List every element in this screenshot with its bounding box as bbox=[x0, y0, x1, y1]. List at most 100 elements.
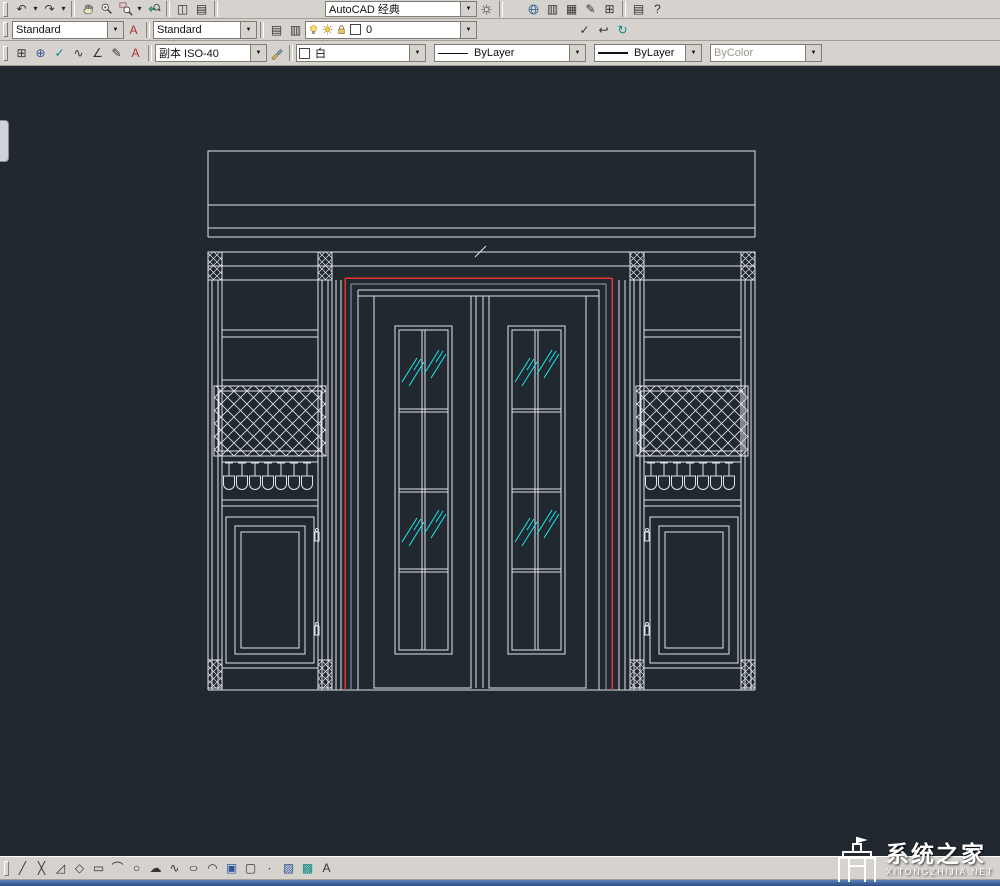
layer-update-icon[interactable]: ↻ bbox=[613, 21, 632, 38]
line-icon[interactable]: ╱ bbox=[13, 860, 32, 877]
toolbar-grip[interactable] bbox=[3, 45, 8, 61]
standard-toolbar: ↶ ↷ ◫ ▤ AutoCAD 经典 ▥ ▦ ✎ ⊞ ▤ ? bbox=[0, 0, 1000, 19]
text-style-dropdown-arrow[interactable] bbox=[107, 21, 123, 38]
layer-previous-icon[interactable]: ↩ bbox=[594, 21, 613, 38]
revision-cloud-icon[interactable]: ☁ bbox=[146, 860, 165, 877]
layer-freeze-sun-icon[interactable] bbox=[320, 24, 334, 35]
pan-icon[interactable] bbox=[78, 1, 97, 18]
workspace-value: AutoCAD 经典 bbox=[329, 4, 400, 16]
lineweight-sample bbox=[598, 52, 628, 54]
properties-toolbar: ⊞ ⊕ ✓ ∿ ∠ ✎ A 副本 ISO-40 白 ByLayer ByLaye… bbox=[0, 41, 1000, 66]
plot-style-combo: ByColor bbox=[710, 44, 822, 62]
markup-set-icon[interactable]: ✎ bbox=[581, 1, 600, 18]
redo-dropdown-icon[interactable] bbox=[59, 1, 68, 18]
cad-drawing[interactable] bbox=[0, 66, 1000, 856]
ellipse-icon[interactable]: ○ bbox=[180, 860, 207, 877]
mtext-icon[interactable]: A bbox=[317, 860, 336, 877]
model-space-canvas[interactable] bbox=[0, 66, 1000, 856]
linetype-combo[interactable]: ByLayer bbox=[434, 44, 586, 62]
dim-style-dropdown-arrow[interactable] bbox=[250, 45, 266, 61]
dim-style-value: 副本 ISO-40 bbox=[159, 48, 219, 60]
toolbar-grip[interactable] bbox=[4, 860, 9, 876]
layer-dropdown-arrow[interactable] bbox=[460, 21, 476, 38]
edit-spline-icon[interactable]: ∿ bbox=[69, 45, 88, 62]
hatch-icon[interactable]: ▨ bbox=[279, 860, 298, 877]
properties-icon[interactable]: ▤ bbox=[629, 1, 648, 18]
table-style-combo[interactable]: Standard bbox=[153, 20, 257, 39]
make-block-icon[interactable]: ▢ bbox=[241, 860, 260, 877]
toolbar-grip[interactable] bbox=[3, 1, 8, 17]
polygon-icon[interactable]: ◇ bbox=[70, 860, 89, 877]
toolbar-separator bbox=[499, 1, 503, 17]
current-color-swatch bbox=[299, 47, 310, 59]
layer-states-manager-icon[interactable]: ▥ bbox=[286, 21, 305, 38]
text-style-value: Standard bbox=[16, 23, 61, 36]
text-style-combo[interactable]: Standard bbox=[12, 20, 124, 39]
toolbar-separator bbox=[289, 45, 293, 61]
linetype-dropdown-arrow[interactable] bbox=[569, 45, 585, 61]
undo-dropdown-icon[interactable] bbox=[31, 1, 40, 18]
toolbar-separator bbox=[622, 1, 626, 17]
gradient-icon[interactable]: ▩ bbox=[298, 860, 317, 877]
sheetset-manager-icon[interactable]: ▦ bbox=[562, 1, 581, 18]
redo-icon[interactable]: ↷ bbox=[40, 1, 59, 18]
workspace-settings-gear-icon[interactable] bbox=[477, 1, 496, 18]
linetype-value: ByLayer bbox=[474, 47, 515, 59]
make-object-layer-current-icon[interactable]: ✓ bbox=[575, 21, 594, 38]
layer-lock-icon[interactable] bbox=[334, 24, 348, 35]
table-style-dropdown-arrow[interactable] bbox=[240, 21, 256, 38]
zoom-previous-icon[interactable] bbox=[144, 1, 163, 18]
rectangle-icon[interactable]: ▭ bbox=[89, 860, 108, 877]
construction-line-icon[interactable]: ╳ bbox=[32, 860, 51, 877]
text-style-manager-icon[interactable]: A bbox=[124, 21, 143, 38]
point-icon[interactable]: ∙ bbox=[260, 860, 279, 877]
workspace-combo[interactable]: AutoCAD 经典 bbox=[325, 1, 477, 17]
current-layer-name: 0 bbox=[366, 23, 373, 36]
edit-text-icon[interactable]: A bbox=[126, 45, 145, 62]
layer-combo[interactable]: 0 bbox=[305, 20, 477, 39]
workspace-dropdown-arrow[interactable] bbox=[460, 2, 476, 16]
layer-on-bulb-icon[interactable] bbox=[306, 24, 320, 35]
layer-properties-manager-icon[interactable]: ▤ bbox=[267, 21, 286, 38]
color-dropdown-arrow[interactable] bbox=[409, 45, 425, 61]
toolpalettes-icon[interactable]: ▥ bbox=[543, 1, 562, 18]
edit-array-icon[interactable]: ⊕ bbox=[31, 45, 50, 62]
insert-block-icon[interactable]: ▣ bbox=[222, 860, 241, 877]
quickcalc-icon[interactable]: ⊞ bbox=[600, 1, 619, 18]
toolbar-grip[interactable] bbox=[3, 22, 8, 37]
match-properties-brush-icon[interactable] bbox=[267, 45, 286, 62]
designcenter-globe-icon[interactable] bbox=[524, 1, 543, 18]
spell-check-icon[interactable]: ✓ bbox=[50, 45, 69, 62]
plot-preview-icon[interactable]: ◫ bbox=[173, 1, 192, 18]
toolbar-separator bbox=[146, 21, 150, 38]
styles-and-layers-toolbar: Standard A Standard ▤ ▥ 0 ✓ ↩ ↻ bbox=[0, 19, 1000, 41]
lineweight-dropdown-arrow[interactable] bbox=[685, 45, 701, 61]
circle-icon[interactable]: ○ bbox=[127, 860, 146, 877]
plot-style-dropdown-arrow bbox=[805, 45, 821, 61]
table-style-value: Standard bbox=[157, 23, 202, 36]
toolbar-separator bbox=[166, 1, 170, 17]
edit-table-icon[interactable]: ⊞ bbox=[12, 45, 31, 62]
undo-icon[interactable]: ↶ bbox=[12, 1, 31, 18]
command-window-border bbox=[0, 880, 1000, 886]
toolbar-separator bbox=[260, 21, 264, 38]
arc-icon[interactable]: ⌒ bbox=[108, 860, 127, 877]
linetype-sample bbox=[438, 52, 468, 54]
plot-style-value: ByColor bbox=[714, 47, 754, 59]
help-icon[interactable]: ? bbox=[648, 1, 667, 18]
edit-attribute-icon[interactable]: ✎ bbox=[107, 45, 126, 62]
lineweight-combo[interactable]: ByLayer bbox=[594, 44, 702, 62]
edit-polyline-icon[interactable]: ∠ bbox=[88, 45, 107, 62]
toolbar-separator bbox=[148, 45, 152, 61]
collapsed-toolbar-tab[interactable] bbox=[0, 120, 9, 162]
properties-palette-icon[interactable]: ▤ bbox=[192, 1, 211, 18]
draw-toolbar: ╱ ╳ ◿ ◇ ▭ ⌒ ○ ☁ ∿ ○ ◠ ▣ ▢ ∙ ▨ ▩ A bbox=[0, 856, 1000, 880]
polyline-icon[interactable]: ◿ bbox=[51, 860, 70, 877]
layer-color-swatch[interactable] bbox=[350, 24, 361, 35]
zoom-realtime-icon[interactable] bbox=[97, 1, 116, 18]
zoom-dropdown-icon[interactable] bbox=[135, 1, 144, 18]
zoom-window-icon[interactable] bbox=[116, 1, 135, 18]
color-combo[interactable]: 白 bbox=[296, 44, 426, 62]
current-color-value: 白 bbox=[315, 48, 326, 60]
dim-style-combo[interactable]: 副本 ISO-40 bbox=[155, 44, 267, 62]
